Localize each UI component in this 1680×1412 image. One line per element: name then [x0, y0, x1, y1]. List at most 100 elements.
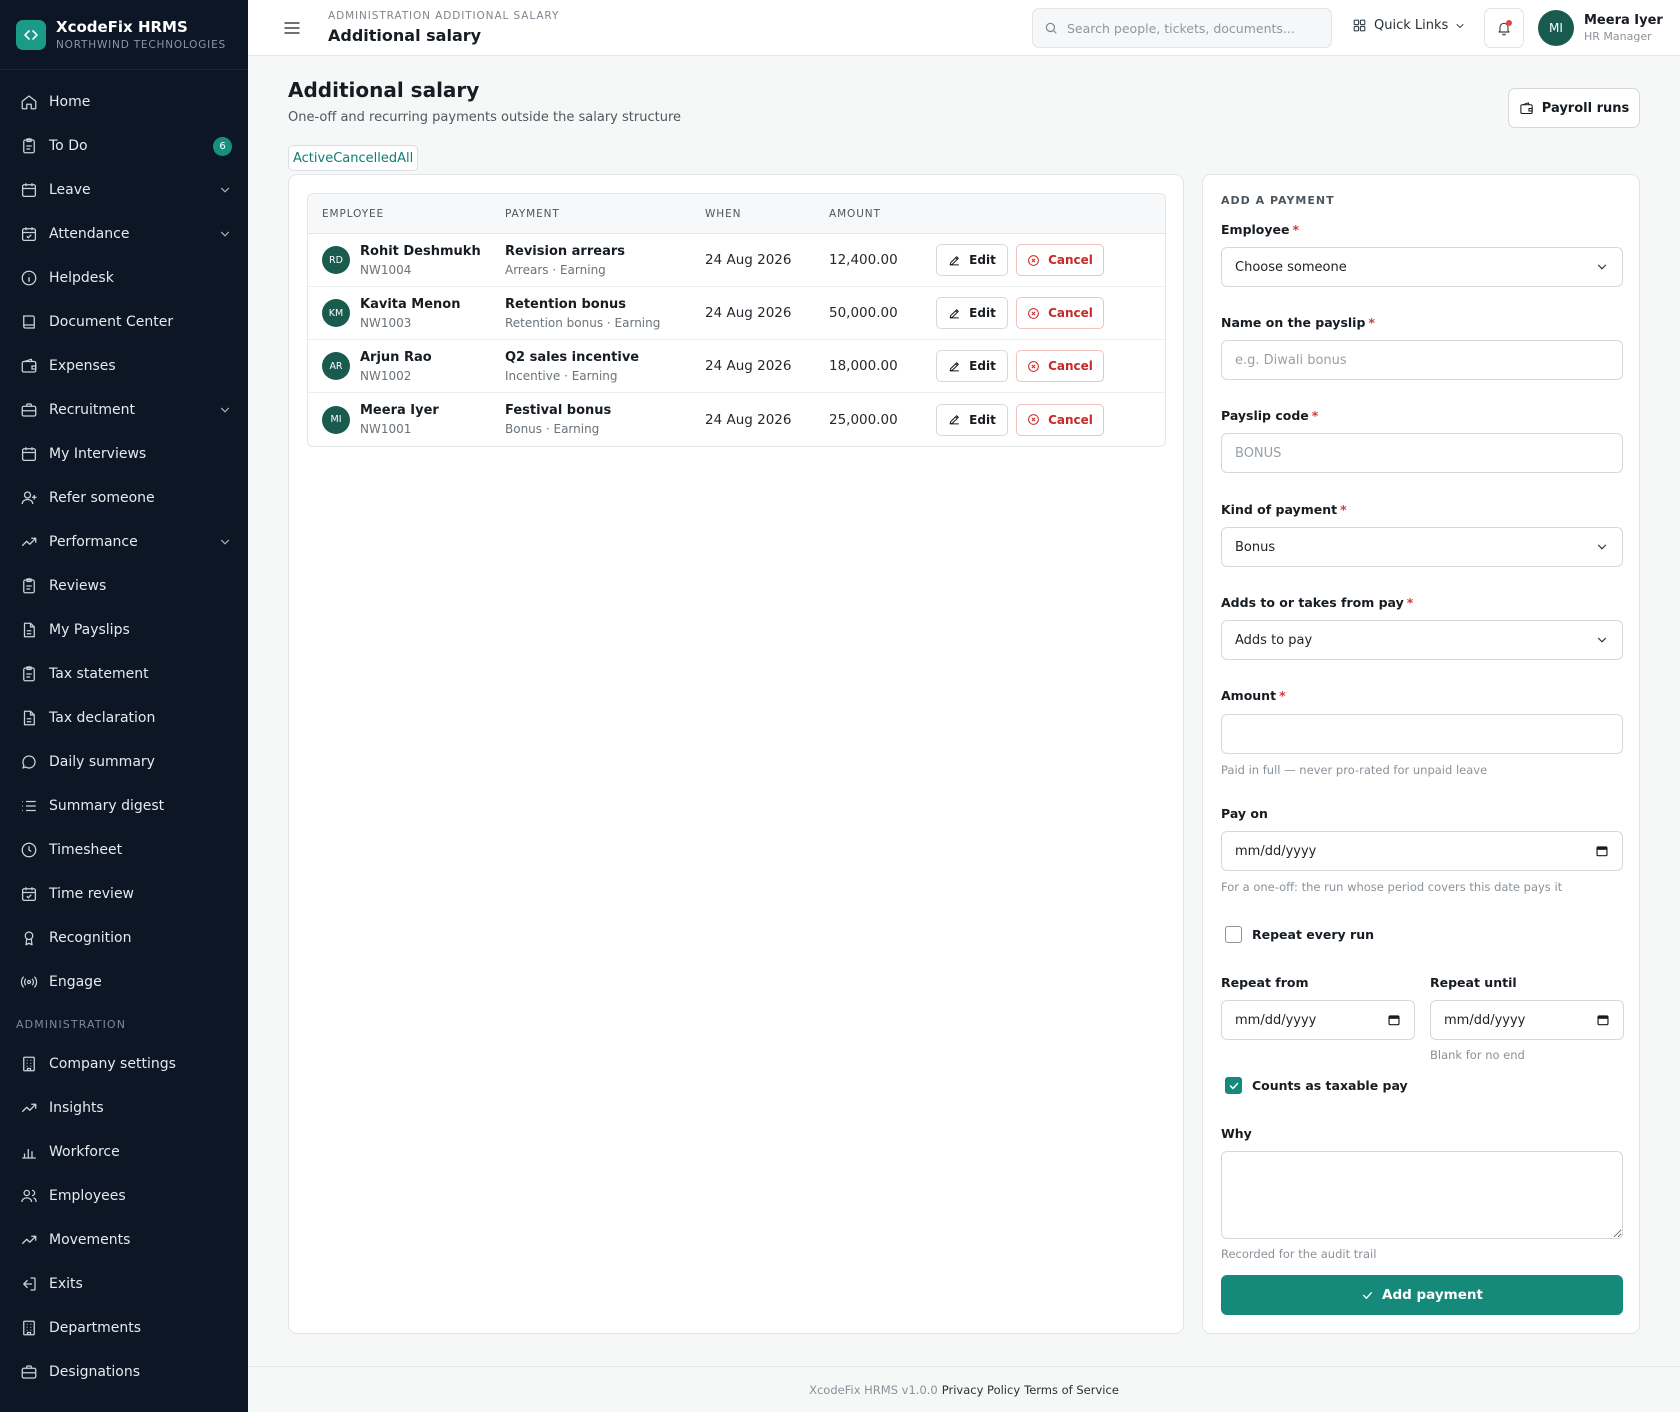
payslip-code-field[interactable]	[1221, 433, 1623, 473]
repeat-checkbox[interactable]	[1225, 926, 1242, 943]
sidebar-item-time-review[interactable]: Time review	[0, 872, 248, 916]
repeat-until-date-field[interactable]: mm/dd/yyyy	[1430, 1000, 1624, 1040]
pencil-icon	[948, 254, 969, 267]
sidebar-item-label: My Payslips	[49, 622, 130, 638]
payment-name: Revision arrears	[505, 243, 625, 259]
sidebar-item-designations[interactable]: Designations	[0, 1350, 248, 1394]
quick-links-button[interactable]: Quick Links	[1352, 18, 1466, 33]
chevron-down-icon	[1454, 20, 1466, 32]
sidebar-item-engage[interactable]: Engage	[0, 960, 248, 1004]
clipboard-icon	[20, 665, 49, 683]
payslip-name-input[interactable]	[1235, 352, 1609, 368]
why-textarea[interactable]	[1221, 1151, 1623, 1239]
chevron-down-icon	[218, 183, 232, 197]
amount-field[interactable]	[1221, 714, 1623, 754]
kind-select[interactable]: Bonus	[1221, 527, 1623, 567]
sidebar-item-movements[interactable]: Movements	[0, 1218, 248, 1262]
add-payment-button[interactable]: Add payment	[1221, 1275, 1623, 1315]
sidebar-item-label: Refer someone	[49, 490, 155, 506]
payslip-code-input[interactable]	[1235, 445, 1609, 461]
sidebar-item-exits[interactable]: Exits	[0, 1262, 248, 1306]
sidebar-item-home[interactable]: Home	[0, 80, 248, 124]
add-payment-form: ADD A PAYMENT Employee * Choose someone N…	[1202, 174, 1640, 1334]
cancel-button[interactable]: Cancel	[1016, 403, 1104, 436]
filter-active[interactable]: Active	[293, 151, 333, 166]
repeat-until-help: Blank for no end	[1430, 1048, 1525, 1062]
privacy-link[interactable]: Privacy Policy	[942, 1383, 1020, 1397]
taxable-checkbox[interactable]	[1225, 1077, 1242, 1094]
sidebar-item-label: Home	[49, 94, 91, 110]
user-name: Meera Iyer	[1584, 13, 1663, 28]
pay-on-date-field[interactable]: mm/dd/yyyy	[1221, 831, 1623, 871]
adds-select[interactable]: Adds to pay	[1221, 620, 1623, 660]
sidebar-item-recognition[interactable]: Recognition	[0, 916, 248, 960]
cancel-button[interactable]: Cancel	[1016, 297, 1104, 329]
sidebar-item-document-center[interactable]: Document Center	[0, 300, 248, 344]
amount-input[interactable]	[1235, 726, 1609, 742]
edit-button[interactable]: Edit	[936, 350, 1008, 382]
cancel-button[interactable]: Cancel	[1016, 350, 1104, 382]
payment-meta: Bonus · Earning	[505, 422, 600, 436]
payroll-runs-button[interactable]: Payroll runs	[1508, 88, 1640, 128]
edit-button[interactable]: Edit	[936, 244, 1008, 276]
sidebar-item-employees[interactable]: Employees	[0, 1174, 248, 1218]
repeat-until-label: Repeat until	[1430, 975, 1517, 990]
sidebar-item-timesheet[interactable]: Timesheet	[0, 828, 248, 872]
cancel-button[interactable]: Cancel	[1016, 244, 1104, 276]
sidebar-item-reviews[interactable]: Reviews	[0, 564, 248, 608]
global-search[interactable]	[1032, 8, 1332, 48]
terms-link[interactable]: Terms of Service	[1024, 1383, 1119, 1397]
sidebar-item-recruitment[interactable]: Recruitment	[0, 388, 248, 432]
sidebar-item-my-interviews[interactable]: My Interviews	[0, 432, 248, 476]
payments-list-panel: EMPLOYEE PAYMENT WHEN AMOUNT RD Rohit Des…	[288, 174, 1184, 1334]
sidebar-item-company-settings[interactable]: Company settings	[0, 1042, 248, 1086]
payment-name: Q2 sales incentive	[505, 349, 640, 365]
payment-amount: 18,000.00	[829, 358, 898, 374]
sidebar-item-daily-summary[interactable]: Daily summary	[0, 740, 248, 784]
sidebar-item-refer-someone[interactable]: Refer someone	[0, 476, 248, 520]
menu-icon[interactable]	[282, 18, 302, 38]
edit-button[interactable]: Edit	[936, 297, 1008, 329]
sidebar-item-leave[interactable]: Leave	[0, 168, 248, 212]
filter-cancelled[interactable]: Cancelled	[333, 151, 397, 166]
sidebar-item-my-payslips[interactable]: My Payslips	[0, 608, 248, 652]
taxable-checkbox-row[interactable]: Counts as taxable pay	[1221, 1077, 1408, 1094]
page-title: Additional salary	[288, 78, 480, 102]
cancel-label: Cancel	[1048, 359, 1093, 373]
filter-all[interactable]: All	[397, 151, 413, 166]
sidebar-item-workforce[interactable]: Workforce	[0, 1130, 248, 1174]
amount-label: Amount *	[1221, 688, 1286, 703]
employee-select[interactable]: Choose someone	[1221, 247, 1623, 287]
sidebar-item-attendance[interactable]: Attendance	[0, 212, 248, 256]
cancel-label: Cancel	[1048, 253, 1093, 267]
sidebar-item-tax-declaration[interactable]: Tax declaration	[0, 696, 248, 740]
sidebar-item-departments[interactable]: Departments	[0, 1306, 248, 1350]
repeat-from-date-field[interactable]: mm/dd/yyyy	[1221, 1000, 1415, 1040]
payment-date: 24 Aug 2026	[705, 305, 792, 321]
footer: XcodeFix HRMS v1.0.0 Privacy Policy Term…	[248, 1366, 1680, 1412]
repeat-from-label: Repeat from	[1221, 975, 1309, 990]
calendar-check-icon	[20, 885, 49, 903]
sidebar-item-insights[interactable]: Insights	[0, 1086, 248, 1130]
chevron-down-icon	[218, 227, 232, 241]
sidebar-item-expenses[interactable]: Expenses	[0, 344, 248, 388]
brand[interactable]: XcodeFix HRMS NORTHWIND TECHNOLOGIES	[0, 0, 248, 70]
sidebar-item-tax-statement[interactable]: Tax statement	[0, 652, 248, 696]
sidebar-item-summary-digest[interactable]: Summary digest	[0, 784, 248, 828]
repeat-checkbox-row[interactable]: Repeat every run	[1221, 926, 1374, 943]
payment-cell: Retention bonus Retention bonus · Earning	[505, 297, 705, 330]
notifications-button[interactable]	[1484, 8, 1524, 48]
trending-up-icon	[20, 533, 49, 551]
payslip-name-field[interactable]	[1221, 340, 1623, 380]
user-menu[interactable]: MI Meera Iyer HR Manager	[1538, 10, 1663, 46]
x-circle-icon	[1027, 360, 1048, 373]
payment-amount: 12,400.00	[829, 252, 898, 268]
sidebar-item-to-do[interactable]: To Do 6	[0, 124, 248, 168]
sidebar-item-performance[interactable]: Performance	[0, 520, 248, 564]
pay-on-label: Pay on	[1221, 806, 1268, 821]
employee-id: NW1002	[360, 368, 412, 383]
search-input[interactable]	[1067, 20, 1317, 36]
edit-button[interactable]: Edit	[936, 403, 1008, 436]
sidebar-item-helpdesk[interactable]: Helpdesk	[0, 256, 248, 300]
check-icon	[1361, 1289, 1382, 1302]
